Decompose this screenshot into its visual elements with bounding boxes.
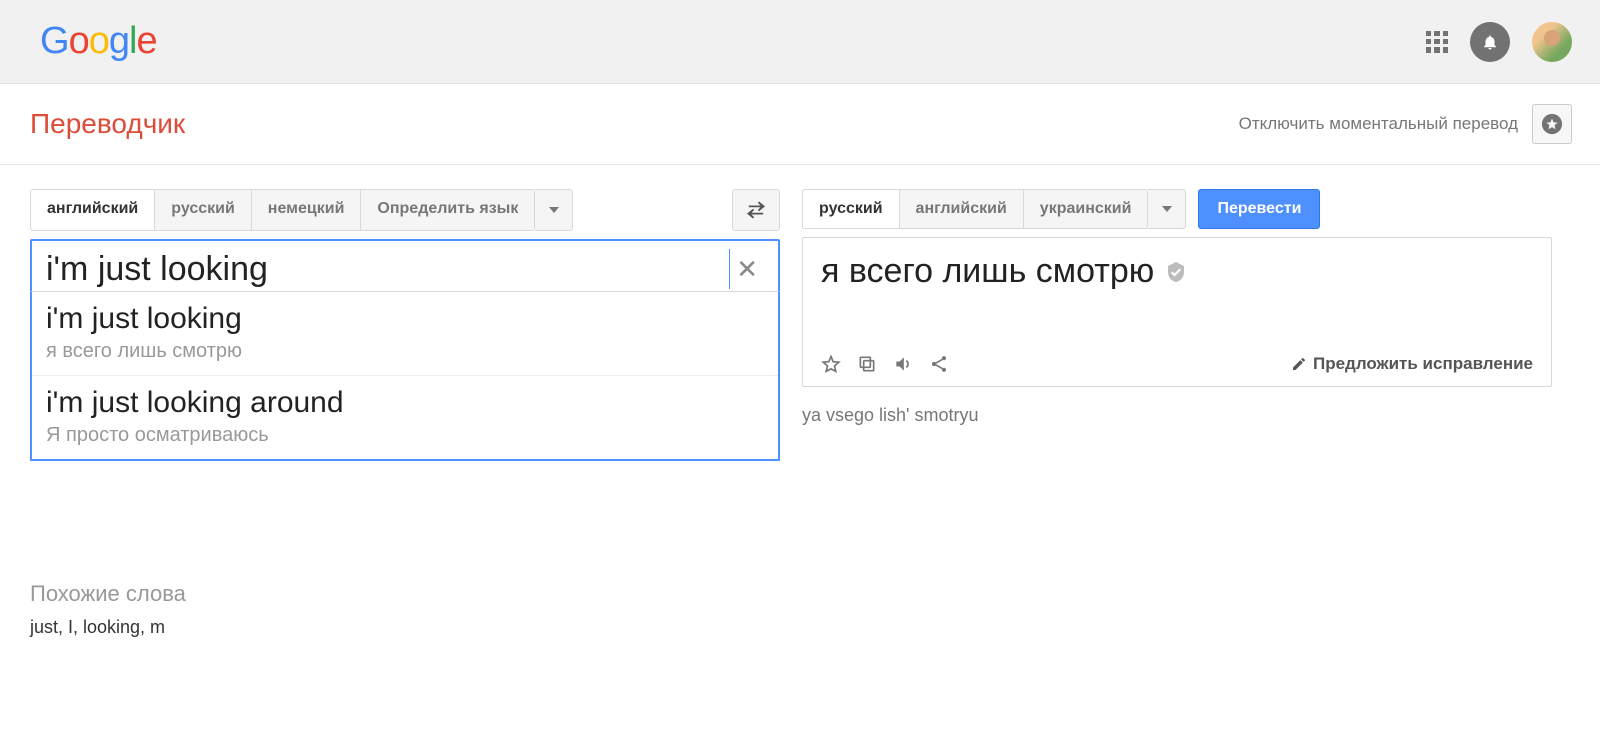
source-lang-dropdown[interactable] [535, 189, 573, 231]
chevron-down-icon [549, 207, 559, 213]
share-translation-button[interactable] [929, 354, 949, 374]
phrasebook-star-button[interactable] [1532, 104, 1572, 144]
share-icon [929, 354, 949, 374]
target-lang-tab[interactable]: английский [899, 189, 1023, 229]
verified-badge-icon [1164, 260, 1188, 284]
save-translation-button[interactable] [821, 354, 841, 374]
source-lang-tab[interactable]: английский [30, 189, 154, 231]
logo-letter: G [40, 20, 69, 63]
global-header: G o o g l e [0, 0, 1600, 84]
logo-letter: o [69, 20, 89, 63]
suggest-edit-label: Предложить исправление [1313, 354, 1533, 374]
similar-words-list: just, I, looking, m [30, 617, 780, 638]
star-icon [821, 354, 841, 374]
notifications-icon[interactable] [1470, 22, 1510, 62]
target-text-box: я всего лишь смотрю [802, 237, 1552, 387]
autocomplete-dropdown: i'm just looking я всего лишь смотрю i'm… [30, 291, 780, 461]
app-subheader: Переводчик Отключить моментальный перево… [0, 84, 1600, 165]
target-language-bar: русский английский украинский Перевести [802, 189, 1552, 229]
suggest-edit-button[interactable]: Предложить исправление [1291, 354, 1533, 374]
logo-letter: g [109, 20, 129, 63]
translate-button[interactable]: Перевести [1198, 189, 1320, 229]
pencil-icon [1291, 356, 1307, 372]
source-text-box[interactable]: i'm just looking ✕ [30, 239, 780, 293]
swap-icon [745, 201, 767, 219]
copy-icon [857, 354, 877, 374]
similar-words-section: Похожие слова just, I, looking, m [30, 581, 780, 638]
target-actions: Предложить исправление [821, 354, 1533, 374]
autocomplete-translation: Я просто осматриваюсь [46, 424, 764, 447]
swap-languages-button[interactable] [732, 189, 780, 231]
target-text: я всего лишь смотрю [821, 252, 1154, 291]
autocomplete-translation: я всего лишь смотрю [46, 340, 764, 363]
target-lang-tab[interactable]: украинский [1023, 189, 1149, 229]
chevron-down-icon [1162, 206, 1172, 212]
header-icons [1426, 22, 1572, 62]
apps-grid-icon[interactable] [1426, 31, 1448, 53]
copy-translation-button[interactable] [857, 354, 877, 374]
autocomplete-item[interactable]: i'm just looking я всего лишь смотрю [32, 292, 778, 375]
source-lang-detect-tab[interactable]: Определить язык [360, 189, 535, 231]
target-lang-tab[interactable]: русский [802, 189, 899, 229]
clear-input-button[interactable]: ✕ [730, 254, 764, 285]
google-logo[interactable]: G o o g l e [40, 20, 157, 63]
listen-translation-button[interactable] [893, 354, 913, 374]
autocomplete-item[interactable]: i'm just looking around Я просто осматри… [32, 375, 778, 459]
similar-words-title: Похожие слова [30, 581, 780, 607]
target-column: русский английский украинский Перевести … [802, 189, 1552, 426]
target-lang-dropdown[interactable] [1148, 189, 1186, 229]
source-lang-tab[interactable]: русский [154, 189, 251, 231]
source-text-input[interactable]: i'm just looking [46, 250, 727, 289]
source-column: английский русский немецкий Определить я… [30, 189, 780, 638]
source-lang-tab[interactable]: немецкий [251, 189, 361, 231]
autocomplete-text: i'm just looking [46, 302, 764, 336]
logo-letter: e [136, 20, 156, 63]
app-title: Переводчик [30, 108, 185, 140]
speaker-icon [893, 354, 913, 374]
translate-main: английский русский немецкий Определить я… [0, 165, 1600, 638]
logo-letter: l [129, 20, 136, 63]
autocomplete-text: i'm just looking around [46, 386, 764, 420]
account-avatar[interactable] [1532, 22, 1572, 62]
instant-translate-toggle[interactable]: Отключить моментальный перевод [1239, 114, 1518, 134]
target-transliteration: ya vsego lish' smotryu [802, 405, 1552, 426]
source-language-bar: английский русский немецкий Определить я… [30, 189, 780, 231]
logo-letter: o [89, 20, 109, 63]
